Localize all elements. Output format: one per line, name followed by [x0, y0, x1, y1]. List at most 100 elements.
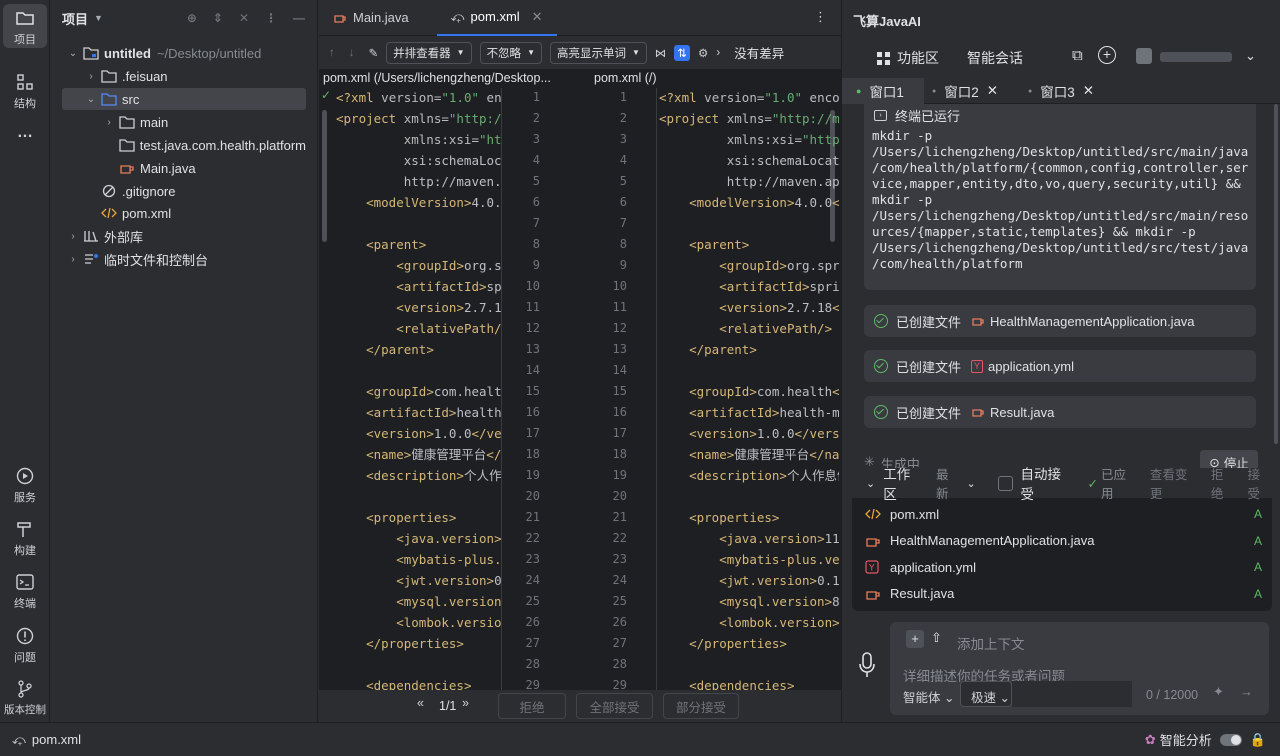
created-file-row[interactable]: 已创建文件 Result.java: [864, 396, 1256, 428]
build-tool-button[interactable]: 构建: [3, 519, 47, 558]
speed-select[interactable]: 极速 ⌄: [960, 681, 1012, 707]
tab-pom-xml[interactable]: ⤽ pom.xml ✕: [436, 0, 557, 36]
right-code-line[interactable]: <project xmlns="http://ma: [659, 108, 839, 129]
right-code-line[interactable]: <version>2.7.18</: [659, 297, 839, 318]
left-code-line[interactable]: <project xmlns="http:/: [336, 108, 516, 129]
right-code-line[interactable]: <description>个人作息健: [659, 465, 839, 486]
close-icon[interactable]: ✕: [532, 9, 543, 25]
tree-item[interactable]: ⌄ src: [62, 88, 306, 110]
project-tool-button[interactable]: 项目: [3, 4, 47, 48]
tree-item[interactable]: › 临时文件和控制台: [62, 248, 306, 270]
add-context-icon[interactable]: +: [906, 630, 924, 648]
right-code-line[interactable]: <java.version>11<: [659, 528, 839, 549]
created-file-row[interactable]: 已创建文件 Y application.yml: [864, 350, 1256, 382]
chat-scrollbar[interactable]: [1274, 104, 1278, 444]
left-code-line[interactable]: <groupId>com.healt: [336, 381, 516, 402]
left-code-line[interactable]: <?xml version="1.0" en: [336, 88, 516, 108]
send-icon[interactable]: →: [1240, 684, 1253, 699]
terminal-tool-button[interactable]: 终端: [3, 572, 47, 611]
right-code-line[interactable]: <groupId>org.spri: [659, 255, 839, 276]
left-scrollbar[interactable]: [322, 110, 327, 242]
workspace-file-row[interactable]: Yapplication.yml A: [862, 554, 1262, 580]
right-code-line[interactable]: [659, 213, 839, 234]
right-code-line[interactable]: <properties>: [659, 507, 839, 528]
services-tool-button[interactable]: 服务: [3, 466, 47, 505]
expand-all-icon[interactable]: ⇕: [213, 11, 223, 25]
edit-icon[interactable]: ✎: [369, 46, 379, 60]
workspace-reject-link[interactable]: 拒绝: [1211, 464, 1236, 502]
problems-tool-button[interactable]: 问题: [3, 626, 47, 665]
left-code-line[interactable]: [336, 486, 516, 507]
chevron-down-icon[interactable]: ⌄: [866, 477, 875, 490]
left-code-line[interactable]: <modelVersion>4.0.: [336, 192, 516, 213]
right-code-line[interactable]: <relativePath/>: [659, 318, 839, 339]
left-code-line[interactable]: [336, 360, 516, 381]
first-diff-icon[interactable]: «: [417, 696, 424, 710]
chevron-right-icon[interactable]: ›: [102, 117, 116, 128]
tabs-more-icon[interactable]: ⋮: [814, 9, 827, 25]
more-tools-button[interactable]: …: [3, 124, 47, 142]
chevron-down-icon[interactable]: ⌄: [1245, 48, 1256, 64]
tree-item[interactable]: test.java.com.health.platform: [62, 134, 306, 156]
left-code-line[interactable]: <java.version>: [336, 528, 516, 549]
status-file[interactable]: pom.xml: [32, 732, 81, 747]
chat-tab[interactable]: 智能会话: [967, 48, 1023, 68]
chevron-right-icon[interactable]: ›: [66, 231, 80, 242]
left-code-line[interactable]: </properties>: [336, 633, 516, 654]
left-code-line[interactable]: <lombok.versio: [336, 612, 516, 633]
reject-button[interactable]: 拒绝: [498, 693, 566, 719]
right-code-line[interactable]: </properties>: [659, 633, 839, 654]
applied-label[interactable]: 已应用: [1101, 464, 1138, 502]
highlight-select[interactable]: 高亮显示单词 ▼: [549, 41, 647, 64]
workspace-file-row[interactable]: HealthManagementApplication.java A: [862, 528, 1262, 554]
close-icon[interactable]: ✕: [987, 83, 998, 99]
left-code-line[interactable]: <description>个人作: [336, 465, 516, 486]
magic-wand-icon[interactable]: ✦: [1213, 684, 1224, 700]
right-code-line[interactable]: <mybatis-plus.ver: [659, 549, 839, 570]
collapse-all-icon[interactable]: ✕: [239, 11, 249, 25]
chevron-down-icon[interactable]: ⌄: [967, 477, 976, 490]
created-file-row[interactable]: 已创建文件 HealthManagementApplication.java: [864, 305, 1256, 337]
left-code-line[interactable]: <relativePath/: [336, 318, 516, 339]
prev-diff-icon[interactable]: ↑: [329, 47, 335, 59]
right-code-line[interactable]: [659, 486, 839, 507]
close-icon[interactable]: ✕: [1083, 83, 1094, 99]
right-code-line[interactable]: <mysql.version>8: [659, 591, 839, 612]
right-code-line[interactable]: <lombok.version>1: [659, 612, 839, 633]
right-code-line[interactable]: xmlns:xsi="http: [659, 129, 839, 150]
next-diff-icon[interactable]: ↓: [349, 47, 355, 59]
right-code-line[interactable]: xsi:schemaLocati: [659, 150, 839, 171]
left-code-line[interactable]: </parent>: [336, 339, 516, 360]
window-tab-2[interactable]: ● 窗口2 ✕: [932, 78, 998, 104]
tab-main-java[interactable]: Main.java: [319, 0, 423, 36]
tree-item[interactable]: pom.xml: [62, 202, 306, 224]
mic-icon[interactable]: [858, 652, 875, 680]
tree-item[interactable]: › 外部库: [62, 225, 306, 247]
project-panel-title[interactable]: 项目: [62, 9, 88, 28]
last-diff-icon[interactable]: »: [462, 696, 469, 710]
left-code-line[interactable]: <parent>: [336, 234, 516, 255]
workspace-file-row[interactable]: Result.java A: [862, 581, 1262, 607]
left-code-line[interactable]: <version>1.0.0</ve: [336, 423, 516, 444]
right-code-line[interactable]: <jwt.version>0.12: [659, 570, 839, 591]
locate-icon[interactable]: ⊕: [187, 11, 197, 25]
right-code-line[interactable]: <artifactId>health-ma: [659, 402, 839, 423]
view-changes-link[interactable]: 查看变更: [1150, 464, 1199, 502]
left-code-line[interactable]: xsi:schemaLoc: [336, 150, 516, 171]
left-code-line[interactable]: xmlns:xsi="ht: [336, 129, 516, 150]
right-code-line[interactable]: </parent>: [659, 339, 839, 360]
left-code-line[interactable]: <dependencies>: [336, 675, 516, 690]
left-code-line[interactable]: <mybatis-plus.: [336, 549, 516, 570]
sync-scroll-icon[interactable]: ⇅: [674, 44, 691, 61]
hide-icon[interactable]: —: [293, 11, 305, 25]
options-icon[interactable]: ⋮: [265, 11, 277, 25]
workspace-filter[interactable]: 最新: [936, 464, 961, 502]
window-tab-1[interactable]: ● 窗口1: [842, 78, 924, 104]
right-code-line[interactable]: <version>1.0.0</versi: [659, 423, 839, 444]
tree-item[interactable]: › main: [62, 111, 306, 133]
workspace-accept-link[interactable]: 接受: [1247, 464, 1272, 502]
window-icon[interactable]: ⧉: [1072, 47, 1083, 64]
right-code-line[interactable]: <groupId>com.health</: [659, 381, 839, 402]
add-icon[interactable]: +: [1098, 46, 1116, 64]
add-context-label[interactable]: 添加上下文: [957, 633, 1025, 653]
